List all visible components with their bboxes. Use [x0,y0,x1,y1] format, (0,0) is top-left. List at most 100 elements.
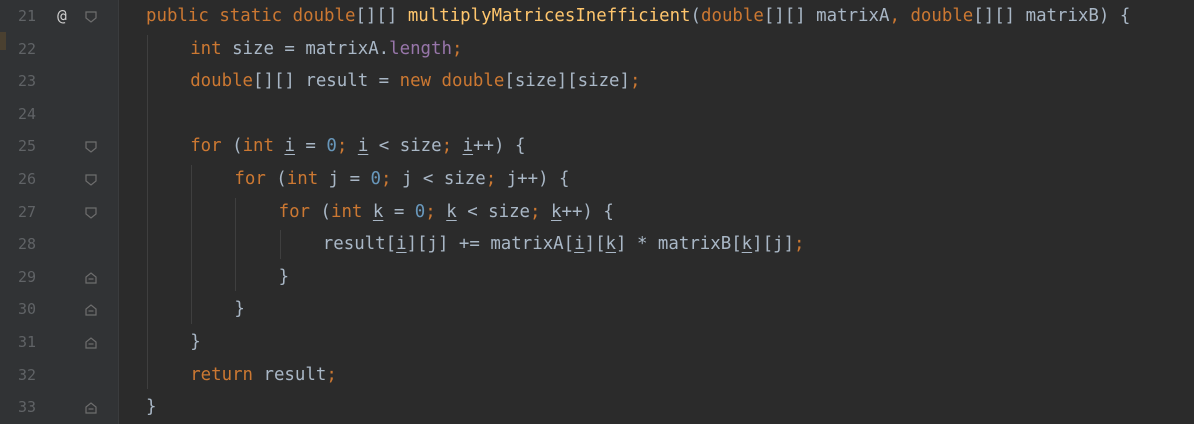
code-token: int [190,38,222,59]
fold-end-icon[interactable] [84,335,98,349]
code-token: , [889,6,900,26]
code-token: ; [451,38,463,59]
code-token: } [234,299,245,320]
code-token: i [357,136,369,157]
code-token: 0 [370,169,382,189]
code-token: int [330,201,363,222]
line-number: 28 [17,235,36,254]
code-token: ][ [584,234,606,255]
fold-end-icon[interactable] [84,400,98,414]
code-token: ; [425,201,436,222]
code-token: ; [629,71,641,92]
code-token: double [292,6,356,26]
code-token: double [190,71,254,92]
code-token: < size [456,201,531,222]
code-line[interactable]: 26 for (int j = 0; j < size; j++) { [0,163,1194,195]
code-token: result [253,364,327,385]
code-token: ( [690,6,701,26]
code-token: k [372,201,384,222]
code-token: [][] matrixA [763,6,890,26]
code-token: i [284,136,295,157]
code-token: i [462,136,474,157]
code-line[interactable]: 33} [0,391,1194,423]
code-token: < size [368,136,442,157]
fold-collapse-icon[interactable] [84,139,98,154]
code-token: k [550,201,562,222]
code-text: } [146,391,156,423]
code-line[interactable]: 27 for (int k = 0; k < size; k++) { [0,196,1194,228]
code-token: } [146,397,157,418]
code-token: ; [794,234,805,255]
line-number: 22 [17,39,36,58]
override-at-icon[interactable]: @ [52,5,72,27]
code-token: ; [326,364,337,385]
code-token: ( [221,136,243,157]
code-token: ; [485,169,497,189]
code-text: result[i][j] += matrixA[i][k] * matrixB[… [323,228,805,260]
code-token: static [219,6,283,26]
line-number: 23 [17,72,36,91]
code-text: } [190,326,200,358]
code-text: for (int j = 0; j < size; j++) { [234,163,569,195]
code-token: ; [381,169,392,189]
code-editor[interactable]: 21 @ public static double[][] multiplyMatr… [0,0,1194,424]
code-line[interactable]: 21 @ public static double[][] multiplyMatr… [0,0,1194,32]
code-token: int [242,136,274,157]
code-token: 0 [414,201,426,222]
code-token: i [396,234,407,255]
code-token: [][] matrixB) { [973,6,1131,26]
code-token: for [278,201,311,222]
code-token: k [446,201,457,222]
code-line[interactable]: 23 double[][] result = new double[size][s… [0,65,1194,97]
code-token: ; [530,201,541,222]
code-token: j = [318,169,371,189]
code-token: length [389,38,452,59]
code-line[interactable]: 25 for (int i = 0; i < size; i++) { [0,130,1194,162]
code-token: j < size [391,169,486,189]
code-line[interactable]: 24 [0,98,1194,130]
code-token: for [234,169,266,189]
code-token: result[ [322,234,397,255]
line-number: 30 [17,300,36,319]
code-line[interactable]: 22 int size = matrixA.length; [0,33,1194,65]
code-text: double[][] result = new double[size][siz… [190,65,640,97]
line-number: 25 [17,137,36,156]
code-line[interactable]: 32 return result; [0,359,1194,391]
line-number: 32 [17,365,36,384]
code-token: } [190,332,201,352]
code-token: double [441,71,505,92]
code-token: multiplyMatricesInefficient [407,6,691,26]
code-line[interactable]: 29} [0,261,1194,293]
code-token: public [146,6,209,26]
code-line[interactable]: 28 result[i][j] += matrixA[i][k] * matrix… [0,228,1194,260]
code-token: for [190,136,222,157]
line-number: 31 [17,333,36,351]
fold-end-icon[interactable] [84,302,98,316]
code-token: double [701,6,764,26]
fold-end-icon[interactable] [84,270,98,284]
line-number: 33 [17,398,36,417]
fold-collapse-icon[interactable] [84,172,98,186]
code-token: ][j] += matrixA[ [406,234,575,255]
code-line[interactable]: 30} [0,293,1194,325]
code-token: i [574,234,585,255]
code-text: for (int i = 0; i < size; i++) { [190,130,525,162]
code-line[interactable]: 31} [0,326,1194,358]
code-text: return result; [190,359,337,391]
fold-collapse-icon[interactable] [84,205,98,219]
code-token: [size][size] [504,71,630,92]
code-token: ] * matrixB[ [616,234,742,255]
line-number: 24 [17,104,36,123]
line-number: 27 [17,202,36,221]
fold-collapse-icon[interactable] [84,9,98,23]
code-token: int [286,169,319,189]
code-token: new [399,71,432,92]
